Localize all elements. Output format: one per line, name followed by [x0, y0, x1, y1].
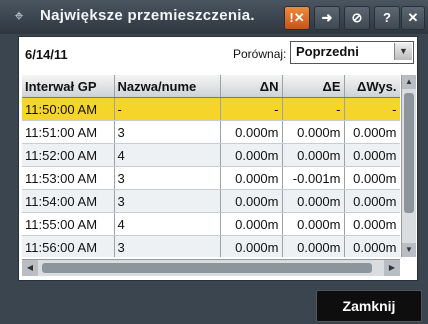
- cell-de: -: [282, 97, 345, 121]
- cell-de: 0.000m: [282, 143, 345, 167]
- scroll-right-icon[interactable]: ▶: [384, 260, 400, 276]
- cell-dh: 0.000m: [344, 212, 400, 236]
- table-row[interactable]: 11:51:00 AM 3 0.000m 0.000m 0.000m: [22, 120, 400, 144]
- column-header[interactable]: ΔN: [220, 75, 283, 98]
- cell-dn: 0.000m: [220, 166, 283, 190]
- table-row[interactable]: 11:56:00 AM 3 0.000m 0.000m 0.000m: [22, 235, 400, 257]
- cell-name: 3: [114, 166, 221, 190]
- compare-label: Porównaj:: [233, 47, 287, 61]
- compare-select[interactable]: Poprzedni ▼: [290, 41, 414, 64]
- cell-name: 3: [114, 235, 221, 257]
- cell-de: 0.000m: [282, 189, 345, 213]
- displacement-table: Interwał GP Nazwa/nume ΔN ΔE ΔWys. 11:50…: [22, 75, 400, 257]
- cell-name: 3: [114, 189, 221, 213]
- cell-name: 3: [114, 120, 221, 144]
- table-row[interactable]: 11:50:00 AM - - - -: [22, 97, 400, 121]
- cell-name: 4: [114, 212, 221, 236]
- table-row[interactable]: 11:53:00 AM 3 0.000m -0.001m 0.000m: [22, 166, 400, 190]
- cell-dh: -: [344, 97, 400, 121]
- column-header[interactable]: ΔE: [282, 75, 345, 98]
- table-row[interactable]: 11:54:00 AM 3 0.000m 0.000m 0.000m: [22, 189, 400, 213]
- table-row[interactable]: 11:52:00 AM 4 0.000m 0.000m 0.000m: [22, 143, 400, 167]
- cell-dn: -: [220, 97, 283, 121]
- close-button[interactable]: Zamknij: [316, 290, 422, 322]
- cell-de: 0.000m: [282, 212, 345, 236]
- cell-name: -: [114, 97, 221, 121]
- window-title: Największe przemieszczenia.: [40, 7, 255, 24]
- cell-interval: 11:52:00 AM: [22, 143, 115, 167]
- alert-button[interactable]: !✕: [284, 6, 310, 30]
- table-row[interactable]: 11:55:00 AM 4 0.000m 0.000m 0.000m: [22, 212, 400, 236]
- cell-interval: 11:53:00 AM: [22, 166, 115, 190]
- cell-de: 0.000m: [282, 120, 345, 144]
- column-header[interactable]: ΔWys.: [344, 75, 400, 98]
- cell-dh: 0.000m: [344, 235, 400, 257]
- horizontal-scrollbar[interactable]: ◀ ▶: [22, 259, 400, 276]
- cell-dn: 0.000m: [220, 189, 283, 213]
- date-label: 6/14/11: [25, 47, 68, 62]
- title-bar: ⌖ Największe przemieszczenia. !✕ ➜ ⊘ ? ✕: [0, 0, 428, 34]
- scroll-down-icon[interactable]: ▼: [402, 243, 416, 257]
- cell-dn: 0.000m: [220, 212, 283, 236]
- close-window-button[interactable]: ✕: [401, 6, 425, 30]
- help-button[interactable]: ?: [374, 6, 400, 30]
- cell-dn: 0.000m: [220, 120, 283, 144]
- cell-dn: 0.000m: [220, 143, 283, 167]
- navigate-button[interactable]: ➜: [314, 6, 340, 30]
- cell-dh: 0.000m: [344, 189, 400, 213]
- vertical-scrollbar[interactable]: ▲ ▼: [401, 75, 416, 257]
- cell-de: 0.000m: [282, 235, 345, 257]
- cell-interval: 11:55:00 AM: [22, 212, 115, 236]
- cell-dh: 0.000m: [344, 166, 400, 190]
- scroll-thumb[interactable]: [404, 93, 414, 213]
- cell-dh: 0.000m: [344, 143, 400, 167]
- cell-de: -0.001m: [282, 166, 345, 190]
- cell-interval: 11:56:00 AM: [22, 235, 115, 257]
- column-header[interactable]: Nazwa/nume: [114, 75, 221, 98]
- results-panel: 6/14/11 Porównaj: Poprzedni ▼ Interwał G…: [18, 36, 418, 281]
- no-entry-button[interactable]: ⊘: [344, 6, 370, 30]
- cell-dn: 0.000m: [220, 235, 283, 257]
- scroll-up-icon[interactable]: ▲: [402, 75, 416, 89]
- cell-dh: 0.000m: [344, 120, 400, 144]
- cell-name: 4: [114, 143, 221, 167]
- cell-interval: 11:54:00 AM: [22, 189, 115, 213]
- column-header[interactable]: Interwał GP: [22, 75, 115, 98]
- compare-value: Poprzedni: [296, 44, 359, 59]
- scroll-thumb[interactable]: [42, 263, 372, 273]
- chevron-down-icon[interactable]: ▼: [394, 43, 412, 60]
- cell-interval: 11:51:00 AM: [22, 120, 115, 144]
- scroll-left-icon[interactable]: ◀: [22, 260, 38, 276]
- cell-interval: 11:50:00 AM: [22, 97, 115, 121]
- table-header: Interwał GP Nazwa/nume ΔN ΔE ΔWys.: [22, 75, 400, 98]
- tripod-icon: ⌖: [14, 8, 24, 25]
